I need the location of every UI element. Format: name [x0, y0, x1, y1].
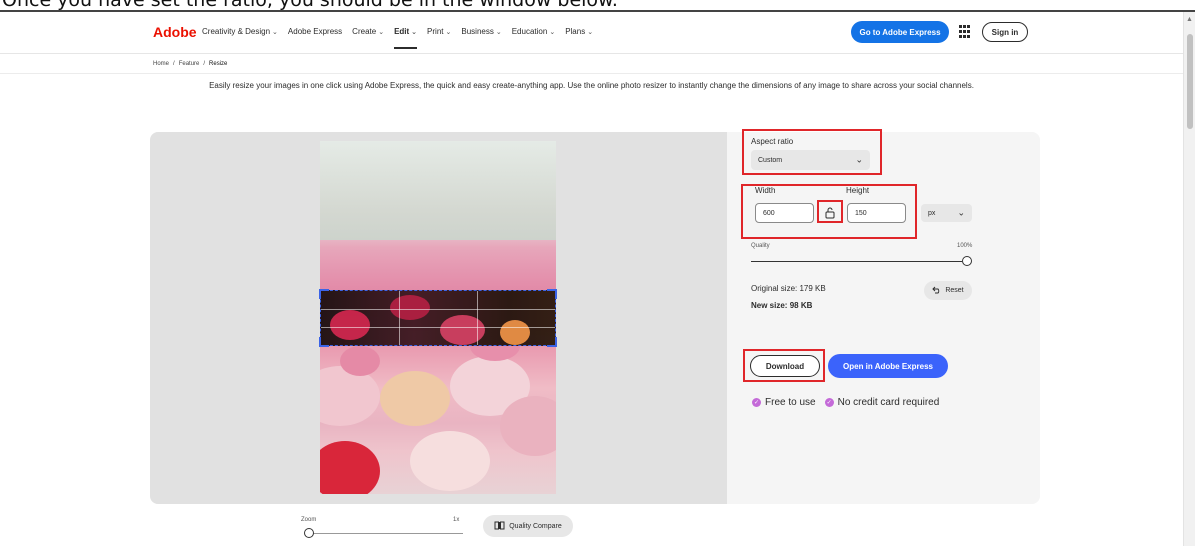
chevron-down-icon: ⌄: [855, 154, 863, 165]
adobe-logo[interactable]: Adobe: [153, 24, 197, 40]
nav-print[interactable]: Print ⌄: [427, 27, 451, 36]
nav-business[interactable]: Business ⌄: [461, 27, 501, 36]
quality-slider-handle[interactable]: [962, 256, 972, 266]
scrollbar-thumb[interactable]: [1187, 34, 1193, 129]
quality-compare-button[interactable]: Quality Compare: [483, 515, 573, 537]
photo-flower: [500, 396, 556, 456]
quality-label: Quality: [751, 243, 770, 249]
chevron-down-icon: ⌄: [378, 28, 385, 36]
nav-adobe-express[interactable]: Adobe Express: [288, 27, 342, 36]
undo-icon: [932, 286, 942, 296]
check-circle-icon: ✓: [752, 398, 761, 407]
photo-flower: [410, 431, 490, 491]
crop-handle-bottom-right[interactable]: [547, 337, 557, 347]
new-size-label: New size:: [751, 301, 788, 310]
breadcrumb-feature[interactable]: Feature: [179, 61, 200, 67]
original-size: Original size: 179 KB: [751, 284, 826, 293]
width-input[interactable]: 600: [755, 203, 814, 223]
photo-sky: [320, 141, 556, 240]
photo-flower: [320, 366, 380, 426]
crop-handle-top-left[interactable]: [319, 289, 329, 299]
height-label: Height: [846, 186, 870, 195]
scroll-up-icon[interactable]: ▲: [1186, 16, 1193, 23]
new-size-value: 98 KB: [789, 301, 813, 310]
nav-label: Adobe Express: [287, 27, 343, 36]
new-size: New size: 98 KB: [751, 301, 812, 310]
nav-label: Edit: [394, 27, 410, 36]
book-open-icon: [494, 521, 505, 532]
check-circle-icon: ✓: [824, 398, 834, 407]
nav-label: Education: [511, 27, 548, 36]
breadcrumb-divider: [0, 73, 1183, 74]
photo-flower: [320, 441, 380, 494]
crop-grid-line: [321, 309, 555, 310]
reset-button[interactable]: Reset: [924, 281, 972, 300]
nav-label: Creativity & Design: [202, 27, 271, 36]
nav-education[interactable]: Education ⌄: [512, 27, 555, 36]
photo-flower: [340, 346, 380, 376]
go-to-adobe-express-button[interactable]: Go to Adobe Express: [851, 21, 949, 43]
aspect-ratio-select[interactable]: Custom ⌄: [751, 150, 870, 170]
zoom-slider-track[interactable]: [313, 533, 463, 534]
page-scrollbar[interactable]: ▲: [1183, 12, 1195, 546]
crop-grid-line: [477, 291, 478, 345]
open-in-adobe-express-button[interactable]: Open in Adobe Express: [828, 354, 948, 378]
main-nav: Creativity & Design ⌄ Adobe Express Creat…: [202, 27, 593, 49]
nav-edit[interactable]: Edit ⌄: [394, 27, 418, 49]
zoom-label: Zoom: [301, 517, 317, 523]
nav-label: Business: [461, 27, 494, 36]
app-grid-icon[interactable]: [959, 25, 973, 39]
zoom-value: 1x: [453, 517, 460, 523]
nav-plans[interactable]: Plans ⌄: [565, 27, 593, 36]
breadcrumb: Home / Feature / Resize: [153, 61, 227, 67]
unit-select[interactable]: px ⌄: [921, 204, 972, 222]
chevron-down-icon: ⌄: [549, 28, 556, 36]
intro-text: Easily resize your images in one click u…: [209, 81, 974, 90]
photo-flower: [380, 371, 450, 426]
crop-grid-line: [321, 327, 555, 328]
quality-slider-track[interactable]: [751, 261, 962, 262]
crop-grid-line: [399, 291, 400, 345]
feature-label: No credit card required: [837, 397, 940, 408]
site-header: Adobe Creativity & Design ⌄ Adobe Express…: [0, 12, 1183, 54]
nav-creativity-design[interactable]: Creativity & Design ⌄: [202, 27, 278, 36]
chevron-down-icon: ⌄: [445, 28, 452, 36]
aspect-ratio-label: Aspect ratio: [751, 137, 794, 146]
crop-handle-bottom-left[interactable]: [319, 337, 329, 347]
nav-label: Create: [352, 27, 377, 36]
reset-label: Reset: [945, 287, 964, 294]
chevron-down-icon: ⌄: [411, 28, 418, 36]
feature-label: Free to use: [765, 397, 816, 408]
chevron-down-icon: ⌄: [957, 207, 965, 218]
nav-label: Plans: [565, 27, 586, 36]
original-size-label: Original size:: [751, 284, 798, 293]
height-input[interactable]: 150: [847, 203, 906, 223]
crop-handle-top-right[interactable]: [547, 289, 557, 299]
zoom-slider-handle[interactable]: [304, 528, 314, 538]
chevron-down-icon: ⌄: [272, 28, 278, 36]
chevron-down-icon: ⌄: [587, 28, 594, 36]
breadcrumb-current: Resize: [209, 61, 228, 67]
unit-value: px: [928, 209, 936, 217]
feature-no-card: ✓ No credit card required: [824, 397, 940, 408]
original-size-value: 179 KB: [799, 284, 826, 293]
quality-compare-label: Quality Compare: [509, 522, 562, 530]
chevron-down-icon: ⌄: [495, 28, 502, 36]
unlock-icon[interactable]: [822, 205, 838, 221]
feature-free: ✓ Free to use: [752, 397, 816, 408]
nav-create[interactable]: Create ⌄: [352, 27, 384, 36]
crop-selection[interactable]: [319, 289, 557, 347]
feature-list: ✓ Free to use ✓ No credit card required: [752, 397, 939, 408]
breadcrumb-separator: /: [173, 61, 175, 67]
width-label: Width: [755, 186, 776, 195]
breadcrumb-separator: /: [203, 61, 206, 67]
nav-label: Print: [427, 27, 444, 36]
download-button[interactable]: Download: [750, 355, 820, 377]
sign-in-button[interactable]: Sign in: [982, 22, 1028, 42]
aspect-ratio-value: Custom: [758, 156, 783, 164]
breadcrumb-home[interactable]: Home: [153, 61, 169, 67]
quality-value: 100%: [957, 243, 973, 249]
